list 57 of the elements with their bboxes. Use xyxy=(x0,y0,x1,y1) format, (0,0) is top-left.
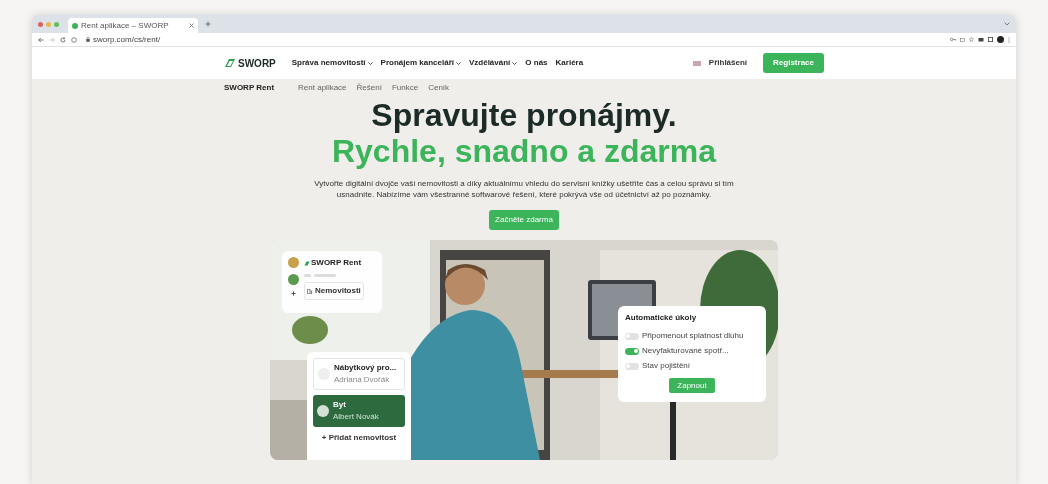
toggle-switch[interactable] xyxy=(625,362,639,370)
back-icon[interactable] xyxy=(38,36,44,43)
logo-text: SWORP xyxy=(238,56,276,71)
property-owner: Adriana Dvořák xyxy=(334,374,391,386)
hero-heading: Spravujte pronájmy. xyxy=(371,97,677,133)
login-link[interactable]: Přihlášení xyxy=(708,57,748,69)
hero-subheading: Rychle, snadno a zdarma xyxy=(331,133,717,169)
property-avatar[interactable] xyxy=(287,257,299,268)
nav-link[interactable]: Kariéra xyxy=(555,57,584,69)
nav-link[interactable]: Pronájem kanceláří xyxy=(380,57,461,69)
tab-title: Rent aplikace – SWORP xyxy=(81,19,169,32)
close-window-icon[interactable] xyxy=(38,21,43,27)
subnav-link[interactable]: Ceník xyxy=(428,81,450,94)
placeholder-bar xyxy=(304,274,311,277)
hero-description: Vytvořte digitální dvojče vaší nemovitosti a díky aktuálnímu vhledu do servisní knížky ušetříte čas a celou správu si tím usnadníte. Nabízíme vám všestranné softwarové řešení, které pokrývá vše od účetnictví až po poznámky. xyxy=(313,179,735,200)
toggle-switch[interactable] xyxy=(625,347,639,355)
section-title: SWORP Rent xyxy=(224,81,275,94)
property-avatar[interactable] xyxy=(287,274,299,285)
sidebar-icon[interactable] xyxy=(988,37,993,42)
logo-icon xyxy=(304,260,310,266)
nav-link[interactable]: Vzdělávání xyxy=(468,57,518,69)
profile-avatar[interactable] xyxy=(997,36,1004,43)
menu-item[interactable]: Nemovitosti xyxy=(304,282,364,300)
property-owner: Albert Novák xyxy=(333,411,379,423)
logo-icon xyxy=(224,58,236,68)
url-field[interactable]: sworp.com/cs/rent/ xyxy=(86,33,161,46)
browser-tab[interactable]: Rent aplikace – SWORP xyxy=(68,18,198,33)
toggle-label: Nevyfakturované spotř... xyxy=(642,345,729,357)
minimize-window-icon[interactable] xyxy=(46,21,51,27)
forward-icon[interactable] xyxy=(49,36,55,43)
nav-link[interactable]: Správa nemovitostí xyxy=(291,57,373,69)
subnav-link[interactable]: Rent aplikace xyxy=(298,81,347,94)
property-title: Byt xyxy=(333,399,347,411)
toggle-label: Stav pojištění xyxy=(642,360,691,372)
reload-icon[interactable] xyxy=(60,36,66,43)
subnav-link[interactable]: Řešení xyxy=(356,81,382,94)
property-title: Nábytkový pro... xyxy=(334,362,397,374)
toggle-switch[interactable] xyxy=(625,332,639,340)
nav-link[interactable]: O nás xyxy=(525,57,548,69)
add-property-button[interactable]: + Přidat nemovitost xyxy=(321,432,397,444)
property-item[interactable]: Byt Albert Novák xyxy=(313,395,405,427)
property-item[interactable]: Nábytkový pro... Adriana Dvořák xyxy=(313,358,405,390)
placeholder-bar xyxy=(314,274,336,277)
close-icon[interactable] xyxy=(189,23,194,28)
new-tab-icon[interactable] xyxy=(205,21,211,27)
maximize-window-icon[interactable] xyxy=(54,21,59,27)
key-icon[interactable] xyxy=(950,37,956,42)
star-icon[interactable] xyxy=(969,37,974,42)
subnav-link[interactable]: Funkce xyxy=(391,81,419,94)
add-icon[interactable] xyxy=(290,291,296,296)
card-title: Automatické úkoly xyxy=(625,312,698,324)
toggle-label: Připomenout splatnost dluhu xyxy=(642,330,744,342)
lock-icon xyxy=(86,37,90,42)
property-icon xyxy=(317,405,329,417)
chevron-down-icon[interactable] xyxy=(1004,22,1010,26)
app-logo-text: SWORP Rent xyxy=(311,257,362,269)
site-icon xyxy=(72,22,78,29)
